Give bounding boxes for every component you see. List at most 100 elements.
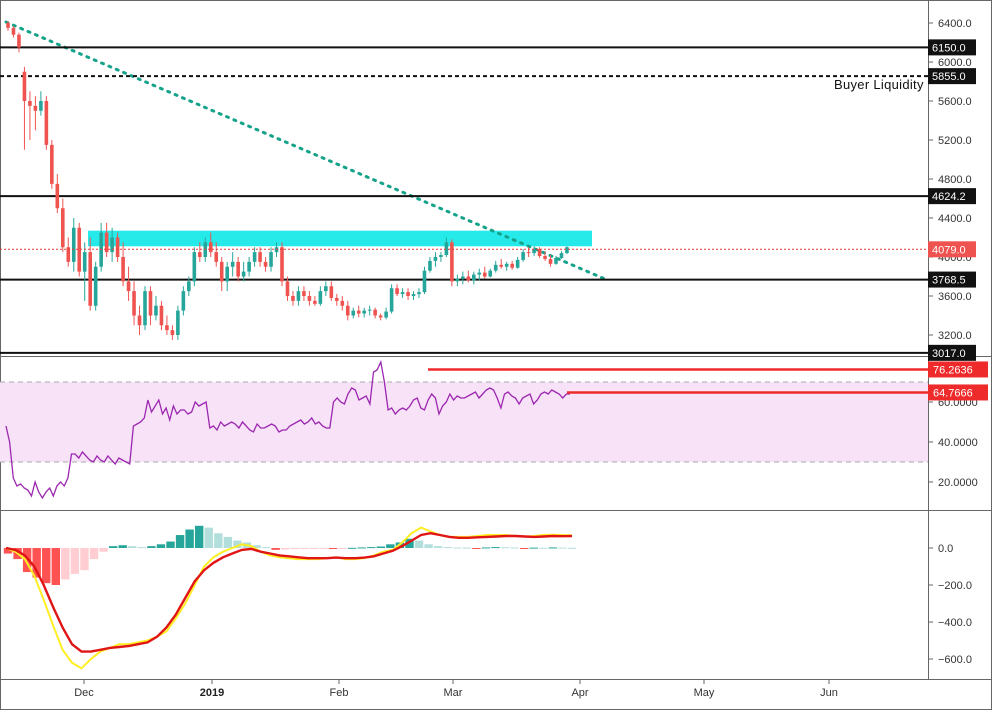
time-tick-label: Apr (571, 687, 588, 699)
level-badge-label: 5855.0 (932, 71, 966, 83)
macd-hist-bar (175, 535, 185, 548)
rsi-level-label: 76.2636 (933, 364, 973, 376)
macd-hist-bar (376, 546, 386, 548)
candle-body (526, 252, 531, 254)
macd-hist-bar (137, 547, 147, 549)
candle-body (285, 281, 290, 296)
candle-body (258, 252, 262, 262)
macd-hist-bar (472, 548, 481, 549)
chart-canvas: 6400.06000.05600.05200.04800.04400.04000… (0, 0, 992, 710)
level-badge-label: 4624.2 (932, 191, 966, 203)
candle-body (548, 258, 553, 264)
macd-hist-bar (80, 548, 89, 571)
candle-body (554, 257, 558, 264)
macd-hist-bar (214, 533, 223, 548)
rsi-level-label: 64.7666 (933, 387, 973, 399)
macd-hist-bar (424, 544, 433, 548)
macd-hist-bar (42, 548, 51, 584)
macd-hist-bar (223, 536, 233, 548)
time-tick-label: Jun (820, 687, 838, 699)
macd-hist-bar (194, 525, 204, 548)
candle-body (559, 253, 564, 258)
macd-hist-bar (319, 548, 328, 549)
price-tick-label: 3600.0 (938, 291, 972, 303)
candle-body (11, 27, 16, 35)
candle-body (291, 296, 295, 301)
candle-body (455, 278, 460, 282)
candle-body (236, 261, 240, 277)
candle-body (263, 261, 268, 267)
candle-body (225, 266, 229, 282)
macd-hist-bar (156, 544, 166, 548)
candle-body (192, 252, 197, 282)
candle-body (181, 291, 186, 311)
macd-hist-bar (166, 541, 175, 548)
candle-body (126, 281, 131, 292)
candle-body (329, 286, 334, 298)
candle-body (356, 310, 361, 314)
candle-body (214, 252, 219, 262)
macd-tick-label: −600.0 (938, 654, 972, 666)
candle-body (148, 291, 153, 316)
candle-body (187, 281, 191, 292)
candle-body (510, 263, 514, 268)
candle-body (482, 272, 487, 277)
price-tick-label: 5200.0 (938, 135, 972, 147)
candle-body (351, 310, 356, 316)
candle-body (318, 291, 323, 304)
candle-body (247, 261, 251, 272)
candle-body (143, 291, 147, 326)
candle-body (6, 23, 10, 28)
macd-hist-bar (548, 547, 558, 549)
candle-body (499, 264, 503, 267)
macd-hist-bar (185, 529, 194, 548)
candle-body (165, 325, 169, 331)
candle-body (121, 257, 125, 282)
candle-body (93, 266, 98, 306)
macd-hist-bar (271, 548, 280, 550)
resistance-zone (88, 230, 592, 247)
candle-body (400, 292, 405, 295)
candle-body (521, 252, 525, 260)
macd-hist-bar (128, 546, 137, 548)
price-level-labels: 6150.0 5855.0 4624.2 3768.5 3017.0 4079.0 (928, 39, 976, 361)
candle-body (362, 310, 366, 314)
candle-body (378, 315, 383, 318)
macd-hist-bar (99, 548, 108, 552)
rsi-band-fill (0, 382, 928, 462)
candle-body (302, 291, 306, 296)
candle-body (477, 272, 482, 275)
macd-hist-bar (500, 547, 510, 549)
candle-body (504, 263, 509, 267)
candle-body (307, 296, 312, 301)
candle-body (154, 305, 158, 316)
macd-hist-bar (89, 548, 99, 560)
candle-body (406, 292, 410, 296)
candle-body (395, 288, 399, 295)
time-tick-label: Mar (444, 687, 463, 699)
buyer-liquidity-label: Buyer Liquidity (834, 77, 924, 92)
time-tick-label: May (694, 687, 715, 699)
macd-hist-bar (338, 548, 347, 549)
candle-body (428, 260, 432, 271)
price-tick-label: 4400.0 (938, 213, 972, 225)
candle-body (345, 305, 350, 316)
macd-hist-bar (204, 527, 213, 548)
candle-body (384, 311, 388, 318)
candle-body (411, 294, 416, 296)
rsi-panel: 60.000040.000020.000076.263664.7666 (0, 359, 988, 500)
last-price-label: 4079.0 (932, 244, 966, 256)
candle-body (280, 247, 284, 282)
macd-hist-bar (261, 547, 271, 549)
candle-body (198, 252, 202, 257)
candle-body (444, 242, 449, 256)
candle-body (82, 252, 87, 272)
candle-body (515, 259, 520, 268)
macd-hist-bar (453, 547, 462, 549)
macd-hist-bar (529, 547, 538, 549)
candle-body (433, 257, 438, 261)
rsi-tick-label: 40.0000 (938, 437, 978, 449)
price-tick-label: 4800.0 (938, 174, 972, 186)
candle-body (493, 264, 498, 271)
candle-body (461, 276, 465, 279)
